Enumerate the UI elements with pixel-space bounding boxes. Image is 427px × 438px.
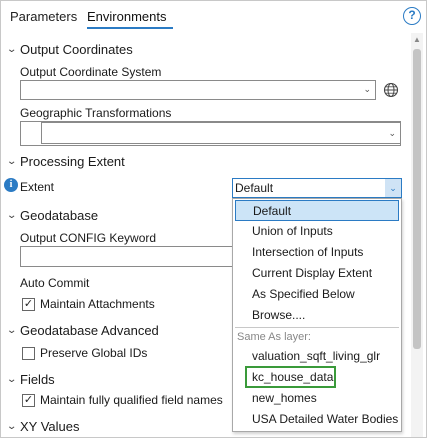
extent-option-as-specified-below[interactable]: As Specified Below — [233, 284, 401, 305]
chevron-down-icon: ⌄ — [363, 84, 371, 94]
scrollbar-thumb[interactable] — [413, 49, 421, 349]
maintain-attachments-label: Maintain Attachments — [40, 297, 155, 311]
extent-layer-valuation-sqft-living-glr[interactable]: valuation_sqft_living_glr — [233, 346, 401, 367]
extent-label: Extent — [20, 180, 55, 194]
chevron-down-icon[interactable]: ⌄ — [385, 179, 401, 197]
layer-highlight-box — [245, 366, 336, 388]
geographic-transformations-dropdown[interactable]: ⌄ — [41, 122, 401, 144]
section-processing-extent[interactable]: ⌄ Processing Extent — [6, 153, 125, 170]
output-coordinate-system-label: Output Coordinate System — [20, 65, 162, 79]
section-geodatabase-advanced[interactable]: ⌄ Geodatabase Advanced — [6, 322, 159, 339]
extent-layer-new-homes[interactable]: new_homes — [233, 388, 401, 409]
extent-option-current-display-extent[interactable]: Current Display Extent — [233, 263, 401, 284]
geoprocessing-pane: Parameters Environments ? ▲ ⌄ Output Coo… — [0, 0, 427, 438]
section-geodatabase[interactable]: ⌄ Geodatabase — [6, 207, 99, 224]
chevron-down-icon: ⌄ — [6, 421, 18, 432]
auto-commit-label: Auto Commit — [20, 276, 90, 290]
chevron-down-icon: ⌄ — [6, 44, 18, 55]
section-title: Geodatabase Advanced — [20, 323, 159, 338]
globe-icon[interactable] — [383, 82, 399, 98]
extent-option-intersection-of-inputs[interactable]: Intersection of Inputs — [233, 242, 401, 263]
chevron-down-icon: ⌄ — [6, 156, 18, 167]
section-title: Geodatabase — [20, 208, 99, 223]
maintain-attachments-checkbox[interactable]: ✓ — [22, 298, 35, 311]
help-icon[interactable]: ? — [403, 7, 421, 25]
section-title: Fields — [20, 372, 55, 387]
section-title: XY Values — [20, 419, 80, 434]
geographic-transformations-label: Geographic Transformations — [20, 106, 172, 120]
tab-environments[interactable]: Environments — [87, 8, 166, 25]
extent-dropdown-list: Default Union of Inputs Intersection of … — [232, 198, 402, 432]
tab-parameters[interactable]: Parameters — [10, 8, 77, 25]
output-config-keyword-label: Output CONFIG Keyword — [20, 231, 157, 245]
section-title: Processing Extent — [20, 154, 125, 169]
list-divider — [235, 327, 399, 328]
extent-option-browse[interactable]: Browse.... — [233, 305, 401, 326]
maintain-fully-qualified-field-names-checkbox[interactable]: ✓ — [22, 394, 35, 407]
extent-dropdown[interactable]: Default ⌄ — [232, 178, 402, 198]
section-fields[interactable]: ⌄ Fields — [6, 371, 55, 388]
extent-option-union-of-inputs[interactable]: Union of Inputs — [233, 221, 401, 242]
section-title: Output Coordinates — [20, 42, 133, 57]
chevron-down-icon: ⌄ — [6, 325, 18, 336]
same-as-layer-header: Same As layer: — [237, 331, 311, 343]
output-coordinate-system-dropdown[interactable]: ⌄ — [20, 80, 376, 100]
extent-layer-usa-detailed-water-bodies[interactable]: USA Detailed Water Bodies — [233, 409, 401, 430]
output-config-keyword-input[interactable] — [20, 246, 235, 267]
chevron-down-icon: ⌄ — [6, 374, 18, 385]
chevron-down-icon: ⌄ — [6, 210, 18, 221]
extent-value: Default — [235, 181, 274, 195]
extent-option-default[interactable]: Default — [235, 200, 399, 221]
info-icon[interactable]: i — [4, 178, 18, 192]
section-xy-values[interactable]: ⌄ XY Values — [6, 418, 80, 435]
scroll-up-arrow-icon[interactable]: ▲ — [413, 35, 421, 44]
maintain-fully-qualified-field-names-label: Maintain fully qualified field names — [40, 393, 223, 407]
active-tab-indicator — [87, 27, 173, 29]
chevron-down-icon: ⌄ — [388, 128, 396, 138]
preserve-global-ids-checkbox[interactable] — [22, 347, 35, 360]
section-output-coordinates[interactable]: ⌄ Output Coordinates — [6, 41, 133, 58]
preserve-global-ids-label: Preserve Global IDs — [40, 346, 148, 360]
